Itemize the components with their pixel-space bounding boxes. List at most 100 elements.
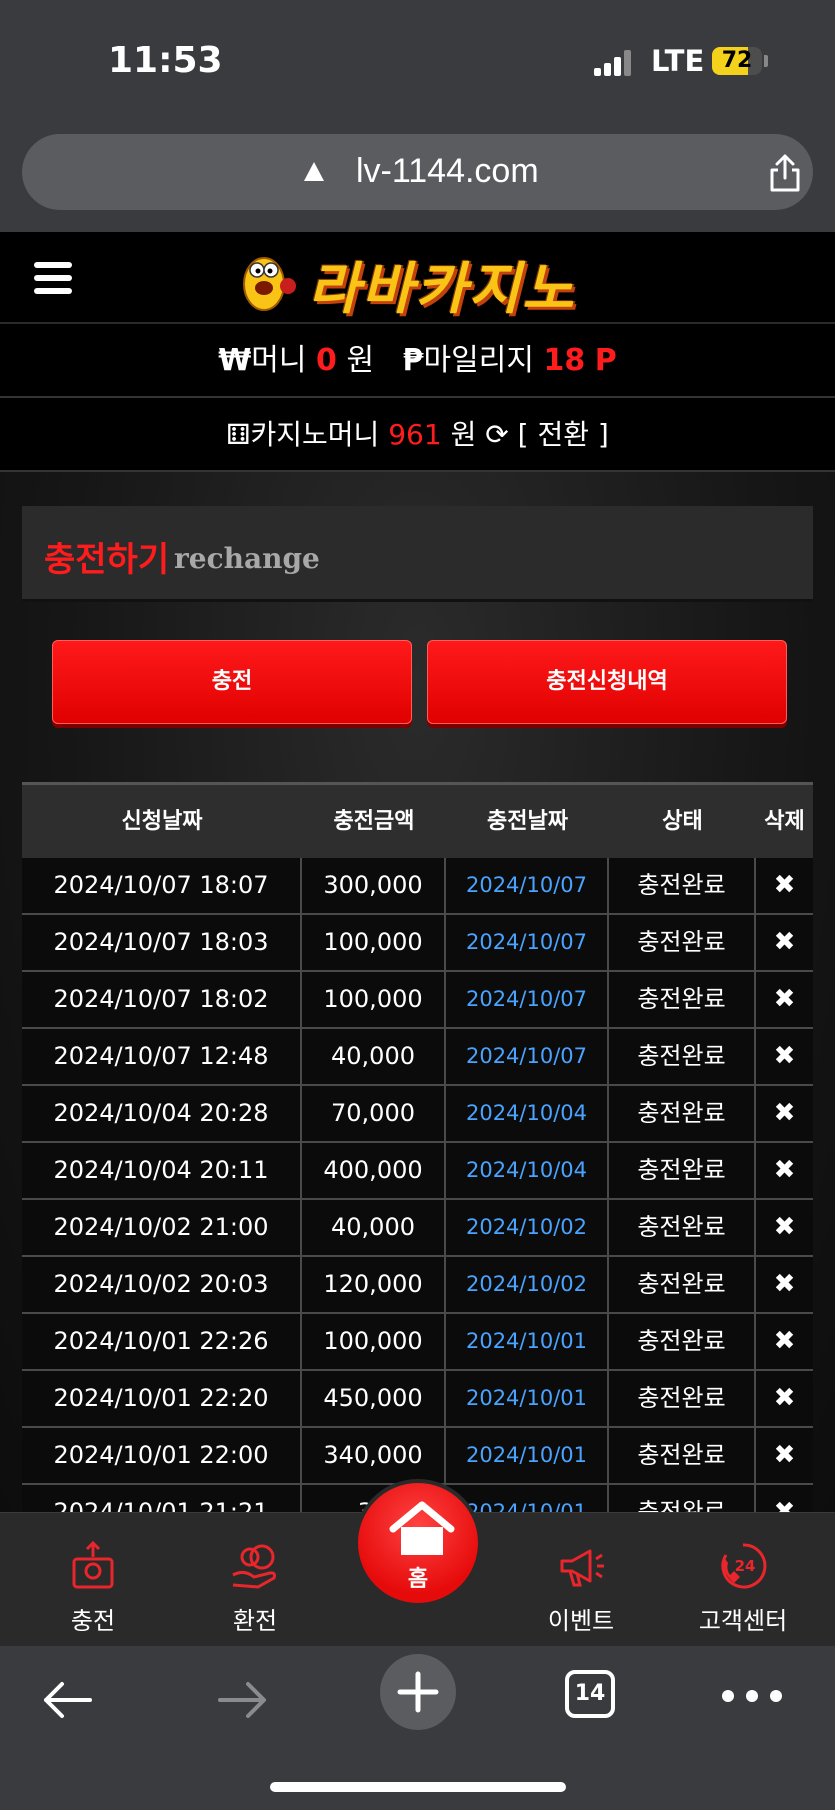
charge-date-cell: 2024/10/01 [446, 1314, 609, 1369]
delete-icon[interactable]: ✖ [756, 1200, 813, 1255]
amount-cell: 100,000 [302, 915, 446, 970]
tabs-button[interactable]: 14 [565, 1670, 615, 1718]
amount-cell: 100,000 [302, 1314, 446, 1369]
menu-icon[interactable] [34, 262, 72, 294]
exchange-icon [232, 1544, 276, 1589]
amount-cell: 450,000 [302, 1371, 446, 1426]
status-cell: 충전완료 [609, 915, 756, 970]
delete-icon[interactable]: ✖ [756, 1143, 813, 1198]
more-icon[interactable] [722, 1690, 782, 1702]
charge-history-button[interactable]: 충전신청내역 [427, 640, 787, 724]
battery-level: 72 [721, 48, 753, 73]
delete-icon[interactable]: ✖ [756, 1428, 813, 1483]
signal-icon [594, 50, 634, 76]
request-date-cell: 2024/10/02 21:00 [22, 1200, 302, 1255]
site-header: 라바카지노 [0, 232, 835, 324]
support-24-icon: 24 [721, 1543, 767, 1589]
table-row: 2024/10/07 18:03 100,000 2024/10/07 충전완료 ✖ [22, 915, 813, 972]
casino-money-label: 카지노머니 [250, 418, 380, 451]
nav-charge[interactable]: 충전 [28, 1513, 158, 1647]
amount-cell: 340,000 [302, 1428, 446, 1483]
site-logo[interactable]: 라바카지노 [232, 240, 612, 322]
table-row: 2024/10/01 22:20 450,000 2024/10/01 충전완료 ✖ [22, 1371, 813, 1428]
delete-icon[interactable]: ✖ [756, 1314, 813, 1369]
table-row: 2024/10/01 22:26 100,000 2024/10/01 충전완료 ✖ [22, 1314, 813, 1371]
home-icon [389, 1501, 455, 1555]
amount-cell: 120,000 [302, 1257, 446, 1312]
nav-exchange-label: 환전 [232, 1607, 278, 1635]
plus-icon [397, 1671, 439, 1713]
request-date-cell: 2024/10/07 18:03 [22, 915, 302, 970]
amount-cell: 40,000 [302, 1200, 446, 1255]
charge-date-cell: 2024/10/02 [446, 1257, 609, 1312]
status-cell: 충전완료 [609, 1200, 756, 1255]
warning-icon [304, 162, 324, 181]
status-cell: 충전완료 [609, 1314, 756, 1369]
table-body: 2024/10/07 18:07 300,000 2024/10/07 충전완료 ✖ 20… [22, 858, 813, 1542]
back-arrow-icon[interactable] [40, 1678, 96, 1722]
nav-support[interactable]: 24 고객센터 [678, 1513, 808, 1647]
nav-event[interactable]: 이벤트 [516, 1513, 646, 1647]
request-date-cell: 2024/10/02 20:03 [22, 1257, 302, 1312]
status-cell: 충전완료 [609, 1143, 756, 1198]
won-icon: ₩ [218, 343, 252, 378]
charge-date-cell: 2024/10/01 [446, 1371, 609, 1426]
delete-icon[interactable]: ✖ [756, 1086, 813, 1141]
url-text[interactable]: lv-1144.com [356, 152, 539, 191]
svg-text:24: 24 [735, 1557, 756, 1575]
amount-cell: 100,000 [302, 972, 446, 1027]
casino-money-bar: ⚅카지노머니 961 원 ⟳ [ 전환 ] [0, 398, 835, 472]
delete-icon[interactable]: ✖ [756, 1029, 813, 1084]
battery-nub [764, 55, 768, 67]
request-date-cell: 2024/10/04 20:11 [22, 1143, 302, 1198]
request-date-cell: 2024/10/01 22:26 [22, 1314, 302, 1369]
table-row: 2024/10/07 18:02 100,000 2024/10/07 충전완료 ✖ [22, 972, 813, 1029]
charge-date-cell: 2024/10/04 [446, 1143, 609, 1198]
mileage-unit: P [594, 343, 617, 378]
table-row: 2024/10/01 22:00 340,000 2024/10/01 충전완료 ✖ [22, 1428, 813, 1485]
header-request-date: 신청날짜 [121, 809, 203, 834]
nav-support-label: 고객센터 [698, 1607, 788, 1635]
request-date-cell: 2024/10/07 12:48 [22, 1029, 302, 1084]
refresh-icon[interactable]: ⟳ [485, 418, 508, 451]
charge-date-cell: 2024/10/07 [446, 972, 609, 1027]
home-indicator [270, 1782, 566, 1792]
amount-cell: 70,000 [302, 1086, 446, 1141]
delete-icon[interactable]: ✖ [756, 972, 813, 1027]
delete-icon[interactable]: ✖ [756, 915, 813, 970]
mileage-value: 18 [543, 343, 586, 378]
status-cell: 충전완료 [609, 1086, 756, 1141]
charge-icon [72, 1541, 114, 1589]
money-bar: ₩머니 0 원 ₱마일리지 18 P [0, 324, 835, 398]
charge-date-cell: 2024/10/07 [446, 1029, 609, 1084]
convert-button[interactable]: [ 전환 ] [518, 418, 609, 451]
home-button[interactable]: 홈 [354, 1479, 482, 1607]
header-status: 상태 [662, 809, 703, 834]
section-subtitle: rechange [174, 542, 320, 575]
charge-date-cell: 2024/10/07 [446, 915, 609, 970]
table-header: 신청날짜 충전금액 충전날짜 상태 삭제 [22, 782, 813, 858]
status-cell: 충전완료 [609, 1428, 756, 1483]
delete-icon[interactable]: ✖ [756, 1257, 813, 1312]
share-icon[interactable] [767, 154, 803, 192]
header-amount: 충전금액 [333, 809, 415, 834]
casino-money-unit: 원 [450, 418, 477, 451]
mileage-label: 마일리지 [423, 343, 534, 378]
delete-icon[interactable]: ✖ [756, 1371, 813, 1426]
request-date-cell: 2024/10/07 18:07 [22, 858, 302, 913]
money-value: 0 [316, 343, 337, 378]
charge-button[interactable]: 충전 [52, 640, 412, 724]
request-date-cell: 2024/10/01 22:20 [22, 1371, 302, 1426]
nav-exchange[interactable]: 환전 [190, 1513, 320, 1647]
delete-icon[interactable]: ✖ [756, 858, 813, 913]
status-cell: 충전완료 [609, 858, 756, 913]
address-bar[interactable]: lv-1144.com [22, 134, 813, 210]
status-cell: 충전완료 [609, 1029, 756, 1084]
nav-charge-label: 충전 [70, 1607, 116, 1635]
forward-arrow-icon[interactable] [214, 1678, 270, 1722]
section-header: 충전하기 rechange [22, 506, 813, 602]
status-cell: 충전완료 [609, 1371, 756, 1426]
table-row: 2024/10/04 20:28 70,000 2024/10/04 충전완료 ✖ [22, 1086, 813, 1143]
charge-history-table: 신청날짜 충전금액 충전날짜 상태 삭제 2024/10/07 18:07 300… [22, 782, 813, 1542]
new-tab-button[interactable] [380, 1654, 456, 1730]
